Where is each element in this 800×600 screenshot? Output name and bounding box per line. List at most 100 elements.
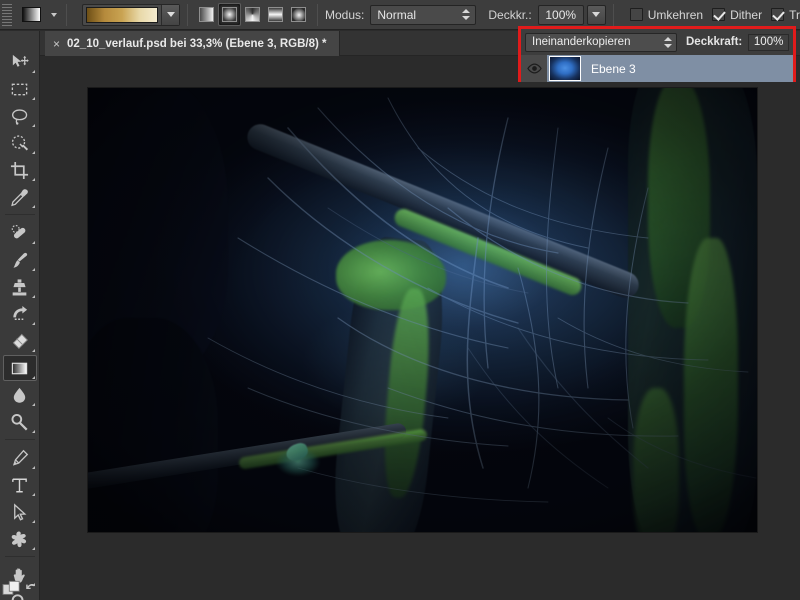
transparency-checkbox-group[interactable]: Transparenz	[771, 8, 800, 22]
layer-visibility-toggle[interactable]	[521, 55, 547, 82]
document-tab[interactable]: × 02_10_verlauf.psd bei 33,3% (Ebene 3, …	[45, 31, 340, 56]
layer-name-label: Ebene 3	[591, 62, 636, 76]
quick-selection-tool[interactable]	[3, 130, 37, 156]
diamond-gradient-button[interactable]	[287, 3, 310, 26]
clone-stamp-tool[interactable]	[3, 274, 37, 300]
layer-row[interactable]: Ebene 3	[521, 55, 793, 82]
transparency-label: Transparenz	[789, 8, 800, 22]
clone-stamp-tool-flyout-icon	[32, 295, 35, 298]
gradient-tool-preset-icon	[22, 7, 41, 22]
reverse-label: Umkehren	[648, 8, 703, 22]
reset-arrow-icon	[25, 582, 39, 596]
reverse-checkbox[interactable]	[630, 8, 643, 21]
diamond-gradient-icon	[291, 7, 306, 22]
tool-preset-picker[interactable]	[16, 4, 46, 26]
layer-blend-mode-value: Ineinanderkopieren	[532, 36, 660, 48]
blend-mode-value: Normal	[377, 8, 458, 22]
mode-label: Modus:	[325, 8, 364, 22]
radial-gradient-button[interactable]	[218, 3, 241, 26]
canvas-area[interactable]	[40, 56, 800, 600]
eye-icon	[527, 63, 542, 74]
path-selection-tool-flyout-icon	[32, 520, 35, 523]
photoshop-window: Modus: Normal Deckkr.: 100% Umkehren Dit…	[0, 0, 800, 600]
move-tool-flyout-icon	[32, 70, 35, 73]
color-swatches-icon	[2, 580, 22, 598]
move-tool[interactable]	[3, 49, 37, 75]
blue-radial-gradient-thumbnail	[550, 57, 580, 80]
path-selection-tool[interactable]	[3, 499, 37, 525]
tools-divider-1	[5, 214, 35, 215]
gradient-preset-swatch[interactable]	[86, 7, 158, 23]
layers-blend-row: Ineinanderkopieren Deckkraft: 100%	[521, 29, 793, 55]
shape-tool[interactable]	[3, 526, 37, 552]
options-divider-3	[317, 4, 318, 26]
gradient-preset-chevron-down-icon[interactable]	[161, 5, 179, 25]
opacity-input[interactable]: 100%	[538, 5, 584, 25]
transparency-checkbox[interactable]	[771, 8, 784, 21]
color-controls	[0, 580, 40, 598]
linear-gradient-icon	[199, 7, 214, 22]
layer-opacity-input[interactable]: 100%	[748, 34, 789, 51]
gradient-type-group	[195, 3, 310, 26]
tools-panel	[0, 31, 40, 600]
photo-blue-gradient-overlay	[88, 88, 757, 532]
marquee-tool-flyout-icon	[32, 97, 35, 100]
angular-gradient-button[interactable]	[241, 3, 264, 26]
reflected-gradient-icon	[268, 7, 283, 22]
dodge-tool[interactable]	[3, 409, 37, 435]
opacity-chevron-down-icon[interactable]	[587, 5, 606, 25]
brush-tool[interactable]	[3, 247, 37, 273]
options-divider-2	[187, 4, 188, 26]
radial-gradient-icon	[222, 7, 237, 22]
reverse-checkbox-group[interactable]: Umkehren	[630, 8, 703, 22]
layer-thumbnail-frame[interactable]	[549, 56, 581, 81]
forest-photo-canvas[interactable]	[88, 88, 757, 532]
eyedropper-tool[interactable]	[3, 184, 37, 210]
lasso-tool[interactable]	[3, 103, 37, 129]
tool-preset-chevron-down-icon[interactable]	[48, 8, 59, 22]
document-tab-title: 02_10_verlauf.psd bei 33,3% (Ebene 3, RG…	[67, 38, 327, 50]
options-divider-1	[66, 4, 67, 26]
crop-tool[interactable]	[3, 157, 37, 183]
opacity-label: Deckkr.:	[488, 8, 531, 22]
options-divider-4	[613, 4, 614, 26]
opacity-value: 100%	[545, 8, 576, 22]
angular-gradient-icon	[245, 7, 260, 22]
gradient-tool-flyout-icon	[32, 376, 35, 379]
history-brush-tool-flyout-icon	[32, 322, 35, 325]
layer-opacity-value: 100%	[754, 36, 783, 48]
healing-brush-tool-flyout-icon	[32, 241, 35, 244]
close-icon[interactable]: ×	[53, 38, 60, 50]
reflected-gradient-button[interactable]	[264, 3, 287, 26]
layer-blend-mode-select[interactable]: Ineinanderkopieren	[525, 33, 677, 52]
pen-tool[interactable]	[3, 445, 37, 471]
linear-gradient-button[interactable]	[195, 3, 218, 26]
blend-mode-select[interactable]: Normal	[370, 5, 476, 25]
blend-mode-updown-icon	[462, 8, 471, 21]
eyedropper-tool-flyout-icon	[32, 205, 35, 208]
dodge-tool-flyout-icon	[32, 430, 35, 433]
quick-selection-tool-flyout-icon	[32, 151, 35, 154]
tools-divider-2	[5, 439, 35, 440]
healing-brush-tool[interactable]	[3, 220, 37, 246]
type-tool[interactable]	[3, 472, 37, 498]
tools-divider-3	[5, 556, 35, 557]
history-brush-tool[interactable]	[3, 301, 37, 327]
layer-blend-mode-updown-icon	[664, 36, 673, 49]
dither-checkbox-group[interactable]: Dither	[712, 8, 762, 22]
type-tool-flyout-icon	[32, 493, 35, 496]
gradient-preset-picker[interactable]	[82, 4, 180, 26]
eraser-tool[interactable]	[3, 328, 37, 354]
gradient-tool[interactable]	[3, 355, 37, 381]
eraser-tool-flyout-icon	[32, 349, 35, 352]
brush-tool-flyout-icon	[32, 268, 35, 271]
marquee-tool[interactable]	[3, 76, 37, 102]
dither-checkbox[interactable]	[712, 8, 725, 21]
blur-tool-flyout-icon	[32, 403, 35, 406]
options-bar-grip[interactable]	[2, 4, 12, 26]
blur-tool[interactable]	[3, 382, 37, 408]
lasso-tool-flyout-icon	[32, 124, 35, 127]
dither-label: Dither	[730, 8, 762, 22]
pen-tool-flyout-icon	[32, 466, 35, 469]
crop-tool-flyout-icon	[32, 178, 35, 181]
